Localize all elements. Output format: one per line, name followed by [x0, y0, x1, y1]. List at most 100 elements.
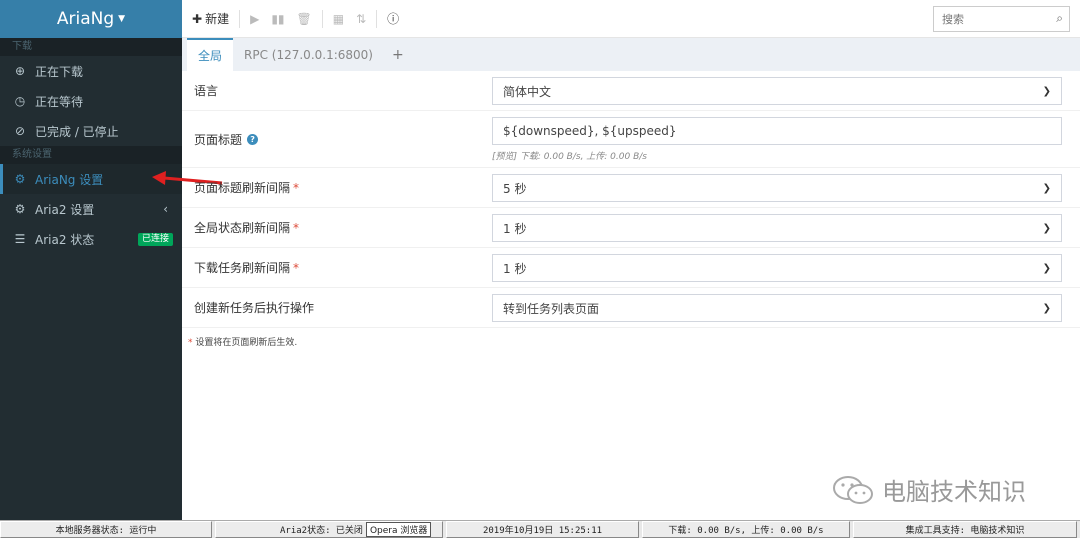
clock-icon: ◷ [14, 94, 26, 108]
support-info: 集成工具支持: 电脑技术知识 [853, 521, 1077, 538]
section-header-settings: 系统设置 [0, 146, 182, 164]
help-button[interactable]: ⓘ [381, 0, 405, 38]
settings-footnote: * 设置将在页面刷新后生效. [188, 335, 297, 348]
wechat-logo-icon [833, 475, 873, 504]
grid-icon: ▦ [332, 11, 345, 26]
download-circle-icon: ⊕ [14, 64, 26, 78]
start-button[interactable]: ▶ [244, 0, 265, 38]
toolbar: ✚ 新建 ▶ ▮▮ 🗑 ▦ ⇅ ⓘ ⌕ [182, 0, 1080, 38]
setting-row-language: 语言 简体中文 ❯ [182, 71, 1080, 111]
setting-label: 页面标题刷新间隔 * [182, 168, 482, 207]
section-header-download: 下载 [0, 38, 182, 56]
setting-value: 5 秒 ❯ [482, 168, 1080, 207]
watermark-text: 电脑技术知识 [882, 478, 1026, 506]
sidebar-item-waiting[interactable]: ◷ 正在等待 [0, 86, 182, 116]
play-icon: ▶ [250, 11, 260, 26]
server-status: 本地服务器状态: 运行中 [0, 521, 212, 538]
setting-row-global-refresh: 全局状态刷新间隔 * 1 秒 ❯ [182, 208, 1080, 248]
setting-row-after-create: 创建新任务后执行操作 转到任务列表页面 ❯ [182, 288, 1080, 328]
setting-label-text: 语言 [194, 84, 219, 98]
sidebar-item-label: Aria2 设置 [35, 202, 95, 217]
sidebar-item-label: 已完成 / 已停止 [35, 124, 119, 139]
app-window: AriaNg ▼ 下载 ⊕ 正在下载 ◷ 正在等待 ⊘ 已完成 / 已停止 系统… [0, 0, 1080, 538]
chevron-down-icon: ❯ [1042, 262, 1051, 274]
preview-hint: [预览] 下载: 0.00 B/s, 上传: 0.00 B/s [492, 152, 647, 162]
question-circle-icon: ⓘ [387, 12, 400, 26]
browser-button[interactable]: Opera 浏览器 [365, 522, 432, 537]
tab-rpc[interactable]: RPC (127.0.0.1:6800) [233, 38, 384, 71]
gear-icon: ⚙ [14, 172, 26, 186]
divider [376, 9, 378, 28]
sidebar-item-aria2-settings[interactable]: ⚙ Aria2 设置 ‹ [0, 194, 182, 224]
trash-icon: 🗑 [296, 11, 312, 26]
language-select[interactable]: 简体中文 ❯ [492, 77, 1062, 105]
select-value: 5 秒 [503, 181, 527, 196]
global-refresh-select[interactable]: 1 秒 ❯ [492, 214, 1062, 242]
setting-label: 页面标题 ? [182, 111, 482, 167]
question-circle-icon[interactable]: ? [247, 133, 259, 145]
sort-button[interactable]: ⇅ [350, 0, 372, 38]
select-value: 1 秒 [503, 221, 527, 236]
sidebar-item-label: Aria2 状态 [35, 232, 95, 247]
settings-form: 语言 简体中文 ❯ 页面标题 ? ${downspeed}, ${upspeed… [182, 71, 1080, 328]
search-input[interactable] [934, 7, 1044, 31]
setting-label-text: 全局状态刷新间隔 [194, 221, 291, 235]
page-title-input[interactable]: ${downspeed}, ${upspeed} [492, 117, 1062, 145]
divider [239, 9, 241, 28]
settings-tabs: 全局 RPC (127.0.0.1:6800) + [182, 38, 1080, 71]
setting-label: 下载任务刷新间隔 * [182, 248, 482, 287]
gears-icon: ⚙ [14, 202, 26, 216]
caret-down-icon: ▼ [118, 14, 126, 24]
select-all-button[interactable]: ▦ [327, 0, 350, 38]
add-rpc-button[interactable]: + [384, 38, 412, 71]
after-create-select[interactable]: 转到任务列表页面 ❯ [492, 294, 1062, 322]
setting-row-page-title: 页面标题 ? ${downspeed}, ${upspeed} [预览] 下载:… [182, 111, 1080, 168]
footnote-text: 设置将在页面刷新后生效. [195, 338, 298, 348]
sidebar-item-downloading[interactable]: ⊕ 正在下载 [0, 56, 182, 86]
brand-dropdown[interactable]: AriaNg ▼ [0, 0, 182, 38]
setting-label: 创建新任务后执行操作 [182, 288, 482, 327]
setting-label-text: 页面标题 [194, 132, 243, 147]
new-task-label: 新建 [205, 12, 230, 26]
required-mark: * [188, 338, 193, 348]
datetime: 2019年10月19日 15:25:11 [446, 521, 639, 538]
delete-button[interactable]: 🗑 [291, 0, 318, 38]
search-icon[interactable]: ⌕ [1056, 11, 1063, 26]
sidebar-item-label: AriaNg 设置 [35, 172, 104, 187]
brand-label: AriaNg [56, 9, 115, 29]
sidebar-item-label: 正在下载 [35, 64, 84, 79]
aria2-status: Aria2状态: 已关闭 [280, 526, 363, 536]
setting-label: 全局状态刷新间隔 * [182, 208, 482, 247]
chevron-left-icon: ‹ [163, 202, 168, 216]
chevron-down-icon: ❯ [1042, 222, 1051, 234]
setting-value: 1 秒 ❯ [482, 248, 1080, 287]
sidebar-item-stopped[interactable]: ⊘ 已完成 / 已停止 [0, 116, 182, 146]
setting-value: 转到任务列表页面 ❯ [482, 288, 1080, 327]
tab-global[interactable]: 全局 [187, 38, 234, 71]
task-refresh-select[interactable]: 1 秒 ❯ [492, 254, 1062, 282]
sort-icon: ⇅ [356, 11, 367, 26]
watermark: 电脑技术知识 [830, 472, 1026, 507]
chevron-down-icon: ❯ [1042, 182, 1051, 194]
plus-icon: ✚ [192, 11, 203, 26]
setting-label-text: 页面标题刷新间隔 [194, 181, 291, 195]
new-task-button[interactable]: ✚ 新建 [182, 0, 235, 38]
setting-row-task-refresh: 下载任务刷新间隔 * 1 秒 ❯ [182, 248, 1080, 288]
setting-row-title-refresh: 页面标题刷新间隔 * 5 秒 ❯ [182, 168, 1080, 208]
setting-value: 简体中文 ❯ [482, 71, 1080, 110]
sidebar: AriaNg ▼ 下载 ⊕ 正在下载 ◷ 正在等待 ⊘ 已完成 / 已停止 系统… [0, 0, 182, 520]
status-badge: 已连接 [137, 232, 173, 246]
sidebar-item-aria2-status[interactable]: ☰ Aria2 状态 已连接 [0, 224, 182, 254]
pause-button[interactable]: ▮▮ [265, 0, 290, 38]
statusbar: 本地服务器状态: 运行中 Aria2状态: 已关闭 Opera 浏览器 2019… [0, 520, 1080, 538]
server-icon: ☰ [14, 232, 26, 246]
check-circle-icon: ⊘ [14, 124, 26, 138]
setting-label: 语言 [182, 71, 482, 110]
setting-label-text: 下载任务刷新间隔 [194, 261, 291, 275]
select-value: 1 秒 [503, 261, 527, 276]
search-box: ⌕ [933, 6, 1070, 32]
title-refresh-select[interactable]: 5 秒 ❯ [492, 174, 1062, 202]
setting-value: 1 秒 ❯ [482, 208, 1080, 247]
required-mark: * [293, 260, 300, 275]
select-value: 简体中文 [503, 84, 552, 99]
